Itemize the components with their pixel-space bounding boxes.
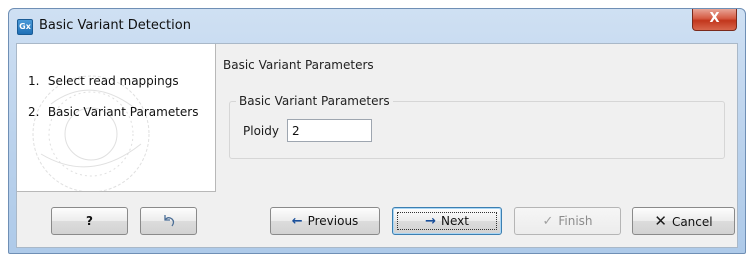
wizard-steps-panel: 1. Select read mappings 2. Basic Variant… xyxy=(17,44,216,192)
step-item-select-read-mappings: 1. Select read mappings xyxy=(28,74,179,88)
reset-button[interactable] xyxy=(140,207,197,235)
step-item-basic-variant-parameters: 2. Basic Variant Parameters xyxy=(28,105,198,119)
step-number: 1. xyxy=(28,74,40,88)
close-icon: X xyxy=(709,11,720,26)
next-button[interactable]: → Next xyxy=(392,207,502,235)
x-icon: ✕ xyxy=(654,212,667,230)
app-icon: Gx xyxy=(17,19,33,35)
arrow-right-icon: → xyxy=(425,214,436,229)
parameters-panel: Basic Variant Parameters Basic Variant P… xyxy=(217,44,737,192)
step-number: 2. xyxy=(28,105,40,119)
previous-label: Previous xyxy=(307,214,359,228)
reset-icon xyxy=(163,215,174,227)
previous-button[interactable]: ← Previous xyxy=(270,207,380,235)
dialog-window: Gx Basic Variant Detection X 1. Select r… xyxy=(8,8,746,254)
cancel-label: Cancel xyxy=(671,215,713,229)
finish-button[interactable]: ✓ Finish xyxy=(514,207,621,235)
parameters-group: Basic Variant Parameters Ploidy xyxy=(229,94,725,159)
step-label: Basic Variant Parameters xyxy=(47,105,199,119)
step-label: Select read mappings xyxy=(47,74,179,88)
section-header: Basic Variant Parameters xyxy=(223,58,374,72)
group-title: Basic Variant Parameters xyxy=(236,94,393,108)
window-title: Basic Variant Detection xyxy=(39,18,191,33)
ploidy-label: Ploidy xyxy=(243,124,279,138)
help-button[interactable]: ? xyxy=(51,207,128,235)
dialog-body: 1. Select read mappings 2. Basic Variant… xyxy=(16,43,738,248)
cancel-button[interactable]: ✕ Cancel xyxy=(632,207,735,235)
checkmark-icon: ✓ xyxy=(542,214,554,229)
next-label: Next xyxy=(440,214,469,228)
help-icon: ? xyxy=(86,214,93,228)
title-bar[interactable]: Gx Basic Variant Detection X xyxy=(9,9,745,43)
close-button[interactable]: X xyxy=(692,9,737,31)
ploidy-input[interactable] xyxy=(287,119,372,142)
arrow-left-icon: ← xyxy=(291,214,303,229)
finish-label: Finish xyxy=(558,214,593,228)
